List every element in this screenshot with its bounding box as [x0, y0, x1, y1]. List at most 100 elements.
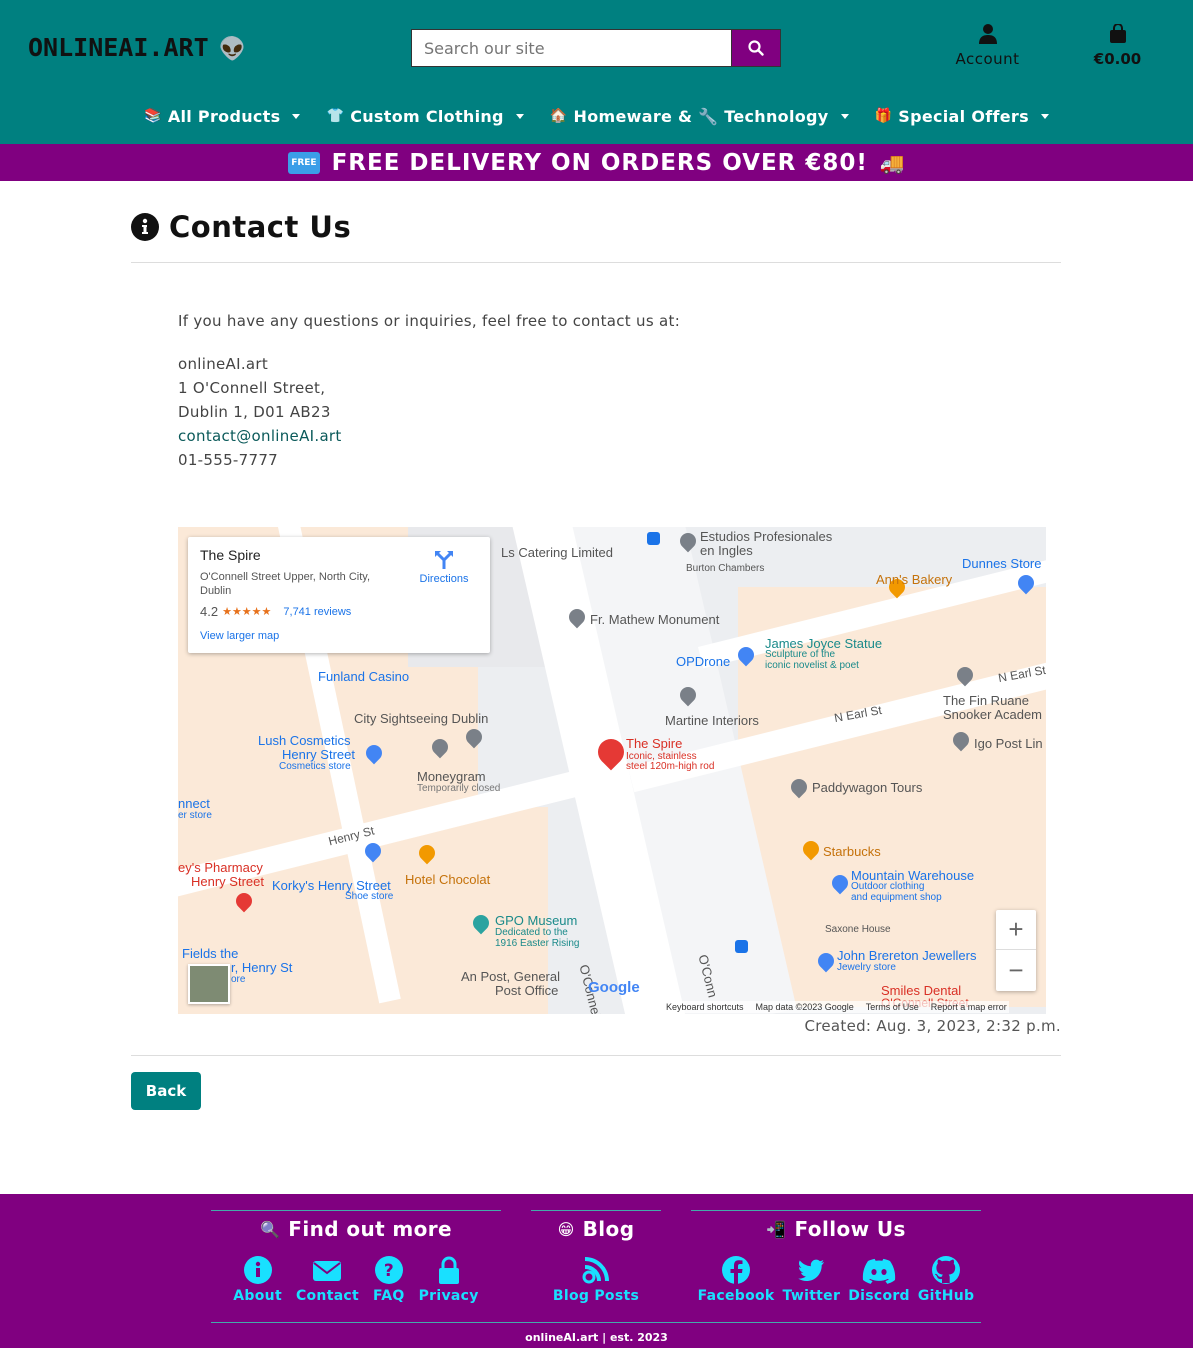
- map-label: GPO Museum: [495, 913, 578, 928]
- map-label: Hotel Chocolat: [405, 872, 491, 887]
- footer-divider: [211, 1322, 981, 1323]
- footer-github-link[interactable]: GitHub: [918, 1255, 975, 1304]
- truck-icon: 🚚: [879, 150, 905, 175]
- map-label: nnect: [178, 796, 210, 811]
- footer-link-label: GitHub: [917, 1288, 975, 1304]
- footer-faq-link[interactable]: ? FAQ: [373, 1255, 405, 1304]
- facebook-icon: [722, 1256, 751, 1284]
- cart-total: €0.00: [1093, 50, 1142, 68]
- email-link[interactable]: contact@onlineAI.art: [178, 427, 342, 445]
- map-label: Moneygram: [417, 769, 486, 784]
- zoom-out-button[interactable]: −: [996, 950, 1036, 990]
- map-label: Igo Post Lin: [974, 736, 1043, 751]
- footer-contact-link[interactable]: Contact: [296, 1255, 359, 1304]
- view-larger-map-link[interactable]: View larger map: [200, 630, 279, 642]
- footer-discord-link[interactable]: Discord: [848, 1255, 910, 1304]
- zoom-in-button[interactable]: +: [996, 910, 1036, 950]
- bus-stop-icon[interactable]: [735, 940, 748, 953]
- magnifier-icon: 🔍: [259, 1219, 281, 1239]
- search-input[interactable]: [411, 29, 732, 67]
- map-label: and equipment shop: [851, 892, 942, 903]
- svg-text:?: ?: [384, 1261, 394, 1281]
- site-logo[interactable]: ONLINEAI.ART 👽: [28, 33, 246, 62]
- shopping-bag-icon: [1109, 23, 1126, 43]
- nav-all-products[interactable]: 📚 All Products: [144, 100, 301, 132]
- map-label: Cosmetics store: [279, 761, 351, 772]
- map-label: Sculpture of the: [765, 649, 836, 660]
- chevron-down-icon: [292, 113, 301, 119]
- chevron-down-icon: [840, 113, 849, 119]
- account-link[interactable]: Account: [945, 24, 1030, 68]
- search-bar: [411, 29, 781, 67]
- report-error-link[interactable]: Report a map error: [931, 1002, 1007, 1012]
- chevron-down-icon: [1040, 113, 1049, 119]
- footer-heading: 🔍 Find out more: [211, 1217, 501, 1241]
- street-view-thumbnail[interactable]: [188, 964, 230, 1004]
- house-icon: 🏠: [549, 108, 568, 124]
- cart-link[interactable]: €0.00: [1080, 23, 1155, 68]
- footer-link-label: Privacy: [418, 1288, 479, 1304]
- map-label: iconic novelist & poet: [765, 660, 859, 671]
- map-label: Paddywagon Tours: [812, 780, 923, 795]
- map-label: Fields the: [182, 946, 239, 961]
- star-rating-icon: ★★★★★: [222, 606, 272, 618]
- alien-icon: 👽: [218, 37, 247, 62]
- search-icon: [748, 40, 764, 56]
- divider: [131, 1055, 1061, 1056]
- footer-heading-text: Blog: [582, 1217, 635, 1241]
- reviews-link[interactable]: 7,741 reviews: [283, 606, 351, 618]
- nav-special-offers[interactable]: 🎁 Special Offers: [875, 100, 1049, 132]
- envelope-icon: [313, 1261, 342, 1281]
- footer-privacy-link[interactable]: Privacy: [419, 1255, 479, 1304]
- rating-row: 4.2 ★★★★★ 7,741 reviews: [200, 604, 351, 619]
- footer-heading-text: Find out more: [288, 1217, 453, 1241]
- footer-facebook-link[interactable]: Facebook: [698, 1255, 775, 1304]
- footer-link-label: About: [233, 1288, 282, 1304]
- map-label: The Fin Ruane: [943, 693, 1029, 708]
- discord-icon: [862, 1258, 896, 1284]
- footer-link-label: Facebook: [697, 1288, 775, 1304]
- keyboard-shortcuts-link[interactable]: Keyboard shortcuts: [666, 1002, 744, 1012]
- lock-icon: [438, 1256, 459, 1284]
- directions-button[interactable]: Directions: [414, 549, 474, 585]
- google-map[interactable]: Ls Catering Limited Estudios Profesional…: [178, 527, 1046, 1014]
- twitter-icon: [798, 1259, 825, 1281]
- footer-heading: 📲 Follow Us: [691, 1217, 981, 1241]
- map-label: Starbucks: [823, 844, 881, 859]
- footer-twitter-link[interactable]: Twitter: [783, 1255, 841, 1304]
- back-button[interactable]: Back: [131, 1072, 201, 1110]
- nav-custom-clothing[interactable]: 👕 Custom Clothing: [326, 100, 524, 132]
- footer-link-label: Discord: [848, 1288, 910, 1304]
- map-label: ey's Pharmacy: [178, 860, 263, 875]
- footer-blog-posts-link[interactable]: Blog Posts: [553, 1255, 639, 1304]
- nav-homeware-technology[interactable]: 🏠 Homeware & 🔧 Technology: [550, 100, 849, 132]
- search-button[interactable]: [732, 29, 781, 67]
- main-nav: 📚 All Products 👕 Custom Clothing 🏠 Homeware…: [0, 100, 1193, 132]
- footer-about-link[interactable]: About: [233, 1255, 282, 1304]
- terms-link[interactable]: Terms of Use: [866, 1002, 919, 1012]
- footer-link-label: Blog Posts: [552, 1288, 640, 1304]
- map-label: Dunnes Store: [962, 556, 1042, 571]
- page-title: Contact Us: [131, 210, 351, 244]
- map-label: Dedicated to the: [495, 927, 568, 938]
- directions-label: Directions: [419, 573, 469, 585]
- nav-label: Homeware & 🔧 Technology: [573, 106, 829, 126]
- map-label: 1916 Easter Rising: [495, 938, 580, 949]
- map-label: Martine Interiors: [665, 713, 759, 728]
- phone-number: 01-555-7777: [178, 451, 279, 469]
- nav-label: All Products: [167, 106, 281, 126]
- map-label: en Ingles: [700, 543, 753, 558]
- site-header: ONLINEAI.ART👽 Account €0.00 📚 All Product…: [0, 0, 1193, 144]
- map-label: City Sightseeing Dublin: [354, 711, 489, 726]
- bus-stop-icon[interactable]: [647, 532, 660, 545]
- footer-heading: 😁 Blog: [531, 1217, 661, 1241]
- info-circle-icon: [131, 213, 159, 241]
- promo-text: FREE DELIVERY ON ORDERS OVER €80!: [331, 149, 868, 176]
- footer-heading-text: Follow Us: [794, 1217, 906, 1241]
- footer-follow-us: 📲 Follow Us Facebook Twitter Discord GitH…: [691, 1210, 981, 1304]
- map-label: Henry Street: [191, 874, 264, 889]
- map-label: Lush Cosmetics: [258, 733, 351, 748]
- created-timestamp: Created: Aug. 3, 2023, 2:32 p.m.: [804, 1017, 1061, 1035]
- map-label: Jewelry store: [837, 962, 896, 973]
- city-postcode: Dublin 1, D01 AB23: [178, 403, 331, 421]
